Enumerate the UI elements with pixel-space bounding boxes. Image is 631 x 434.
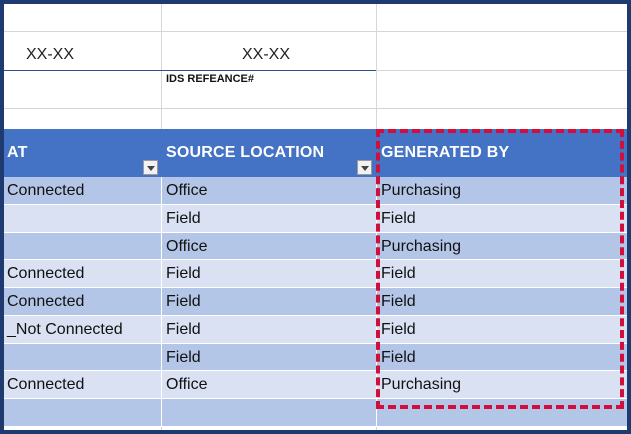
generated-by-cell[interactable]: Purchasing — [381, 233, 461, 260]
row-gridline — [4, 108, 627, 109]
source-location-cell[interactable]: Field — [166, 344, 201, 371]
status-cell[interactable]: Connected — [7, 177, 84, 204]
table-body: Connected Office Purchasing Field Field … — [4, 177, 627, 427]
table-row: Connected Office Purchasing — [4, 177, 627, 205]
source-location-cell[interactable]: Field — [166, 288, 201, 315]
generated-by-cell[interactable]: Field — [381, 205, 416, 232]
table-row: Connected Field Field — [4, 288, 627, 316]
table-row: Office Purchasing — [4, 232, 627, 261]
generated-by-cell[interactable]: Field — [381, 344, 416, 371]
spreadsheet-view: XX-XX XX-XX IDS REFEANCE# AT SOURCE LOCA… — [4, 4, 627, 430]
status-cell[interactable]: Connected — [7, 288, 84, 315]
cell-bottom-border — [4, 70, 376, 71]
table-row: Connected Field Field — [4, 260, 627, 288]
generated-by-cell[interactable]: Purchasing — [381, 177, 461, 204]
generated-by-cell[interactable]: Field — [381, 288, 416, 315]
source-location-cell[interactable]: Field — [166, 260, 201, 287]
ids-reference-label[interactable]: IDS REFEANCE# — [166, 73, 254, 85]
table-row: Field Field — [4, 204, 627, 233]
status-cell[interactable]: _Not Connected — [7, 316, 123, 343]
generated-by-cell[interactable]: Field — [381, 260, 416, 287]
row-gridline — [4, 31, 627, 32]
status-cell[interactable]: Connected — [7, 260, 84, 287]
source-location-cell[interactable]: Field — [166, 316, 201, 343]
filter-dropdown-icon[interactable] — [143, 160, 158, 175]
header-generated-by[interactable]: GENERATED BY — [381, 129, 509, 177]
filter-dropdown-icon[interactable] — [357, 160, 372, 175]
source-location-cell[interactable]: Office — [166, 233, 208, 260]
source-location-cell[interactable]: Field — [166, 205, 201, 232]
code-cell-middle[interactable]: XX-XX — [242, 46, 290, 64]
generated-by-cell[interactable]: Purchasing — [381, 371, 461, 398]
source-location-cell[interactable]: Office — [166, 177, 208, 204]
status-cell[interactable]: Connected — [7, 371, 84, 398]
header-source-location[interactable]: SOURCE LOCATION — [166, 129, 324, 177]
table-row: Connected Office Purchasing — [4, 371, 627, 399]
table-header-row: AT SOURCE LOCATION GENERATED BY — [4, 129, 627, 177]
table-row — [4, 399, 627, 427]
table-row: Field Field — [4, 343, 627, 372]
header-status[interactable]: AT — [7, 129, 28, 177]
code-cell-left[interactable]: XX-XX — [26, 46, 74, 64]
source-location-cell[interactable]: Office — [166, 371, 208, 398]
table-row: _Not Connected Field Field — [4, 315, 627, 344]
generated-by-cell[interactable]: Field — [381, 316, 416, 343]
